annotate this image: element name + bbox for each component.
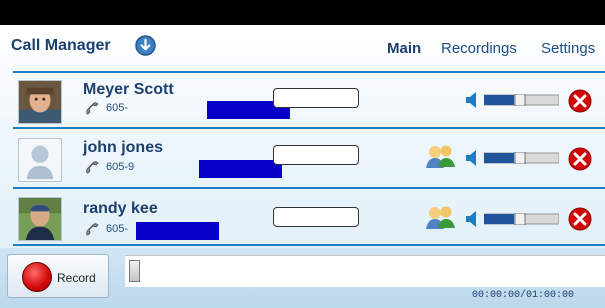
conference-icon[interactable] — [424, 142, 456, 170]
contact-silhouette-avatar — [18, 138, 62, 182]
phone-icon — [86, 161, 99, 174]
record-label: Record — [57, 271, 96, 285]
volume-slider[interactable] — [484, 213, 559, 225]
remove-icon[interactable] — [568, 89, 592, 113]
recording-time-readout: 00:00:00/01:00:00 — [472, 290, 575, 301]
redaction-block — [199, 160, 282, 178]
contact-name: john jones — [83, 139, 163, 156]
volume-slider[interactable] — [484, 152, 559, 164]
call-status-field — [273, 145, 359, 165]
nav-recordings[interactable]: Recordings — [441, 40, 517, 57]
contact-name: Meyer Scott — [83, 81, 174, 98]
down-arrow-circle-icon[interactable] — [135, 35, 156, 56]
contact-name: randy kee — [83, 200, 158, 217]
phone-number-prefix: 605- — [106, 102, 129, 114]
record-button[interactable]: Record — [7, 254, 109, 298]
progress-slider-handle[interactable] — [129, 260, 140, 282]
remove-icon[interactable] — [568, 207, 592, 231]
call-status-field — [273, 88, 359, 108]
contact-phone: 605- — [84, 222, 219, 240]
record-icon — [22, 262, 52, 292]
page-title: Call Manager — [11, 37, 111, 54]
call-status-field — [273, 207, 359, 227]
phone-number-prefix: 605- — [106, 223, 129, 235]
nav-main[interactable]: Main — [387, 40, 421, 57]
call-manager-window: Call Manager Main Recordings Settings Me… — [0, 0, 605, 308]
phone-number-prefix: 605-9 — [106, 161, 135, 173]
phone-icon — [86, 102, 99, 115]
conference-icon[interactable] — [424, 203, 456, 231]
row-separator — [13, 244, 605, 246]
volume-slider[interactable] — [484, 94, 559, 106]
contact-photo-avatar — [18, 197, 62, 241]
contact-phone: 605-9 — [84, 160, 282, 178]
nav-settings[interactable]: Settings — [541, 40, 595, 57]
recording-progress-bar[interactable] — [125, 255, 605, 287]
contact-photo-avatar — [18, 80, 62, 124]
speaker-icon[interactable] — [466, 92, 476, 108]
speaker-icon[interactable] — [466, 211, 476, 227]
redaction-block — [136, 222, 219, 240]
phone-icon — [86, 223, 99, 236]
top-bar — [0, 0, 605, 25]
speaker-icon[interactable] — [466, 150, 476, 166]
contact-phone: 605- — [84, 101, 290, 119]
remove-icon[interactable] — [568, 147, 592, 171]
